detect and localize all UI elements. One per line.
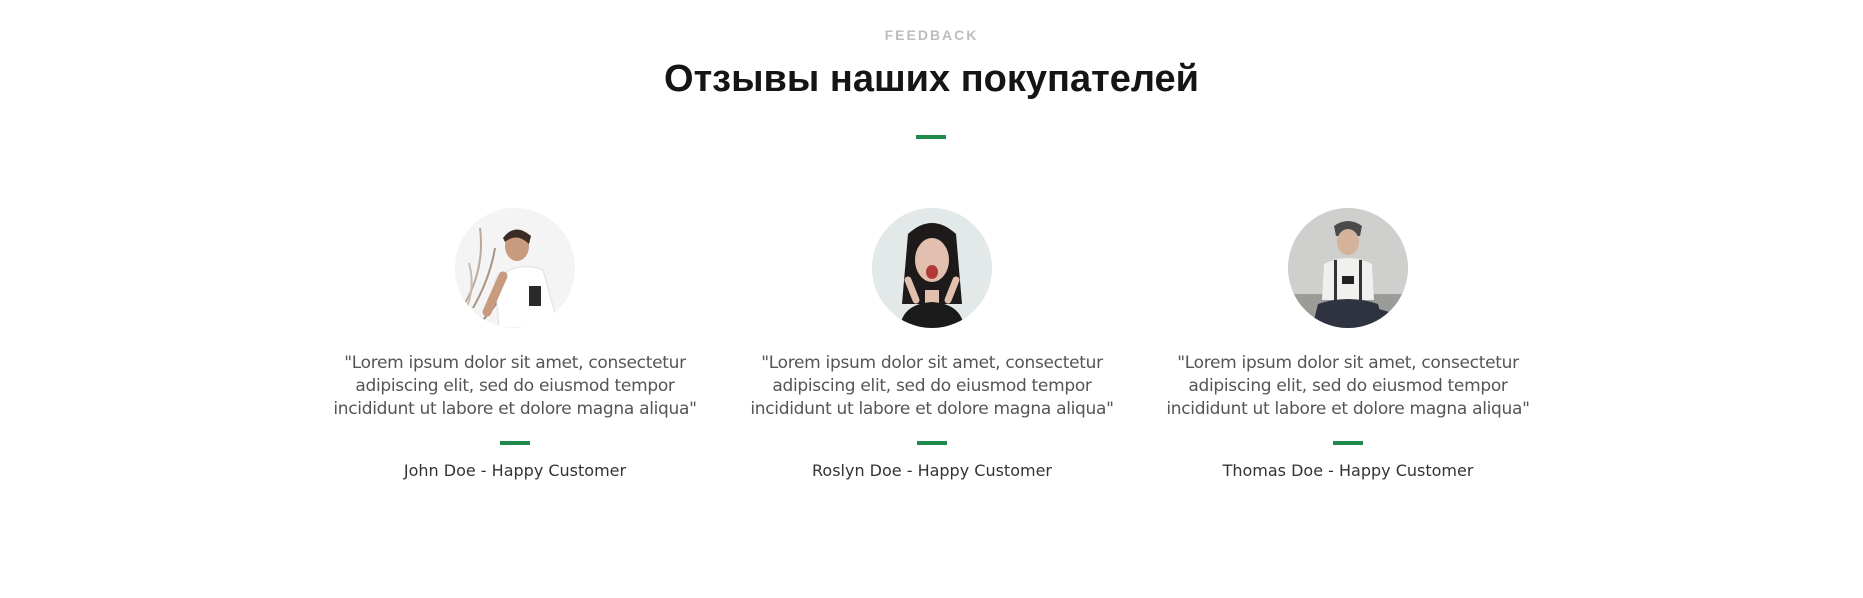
testimonial-author: Thomas Doe - Happy Customer	[1222, 461, 1474, 480]
man-photo-icon	[455, 208, 575, 328]
testimonial-quote: "Lorem ipsum dolor sit amet, consectetur…	[333, 353, 697, 419]
title-divider	[916, 135, 946, 139]
quote-divider	[1333, 441, 1363, 445]
testimonial-card: "Lorem ipsum dolor sit amet, consectetur…	[320, 208, 710, 480]
quote-divider	[500, 441, 530, 445]
section-title: Отзывы наших покупателей	[664, 58, 1199, 100]
testimonial-author: John Doe - Happy Customer	[403, 461, 627, 480]
testimonials-section: FEEDBACK Отзывы наших покупателей "Lorem…	[0, 0, 1863, 598]
testimonial-quote: "Lorem ipsum dolor sit amet, consectetur…	[750, 353, 1114, 419]
quote-divider	[917, 441, 947, 445]
testimonial-author: Roslyn Doe - Happy Customer	[812, 461, 1052, 480]
testimonial-card: "Lorem ipsum dolor sit amet, consectetur…	[1153, 208, 1543, 480]
avatar	[1288, 208, 1408, 328]
man-phone-photo-icon	[1288, 208, 1408, 328]
testimonial-quote: "Lorem ipsum dolor sit amet, consectetur…	[1166, 353, 1530, 419]
testimonial-card: "Lorem ipsum dolor sit amet, consectetur…	[737, 208, 1127, 480]
avatar	[872, 208, 992, 328]
avatar	[455, 208, 575, 328]
section-eyebrow: FEEDBACK	[884, 27, 979, 43]
woman-photo-icon	[872, 208, 992, 328]
